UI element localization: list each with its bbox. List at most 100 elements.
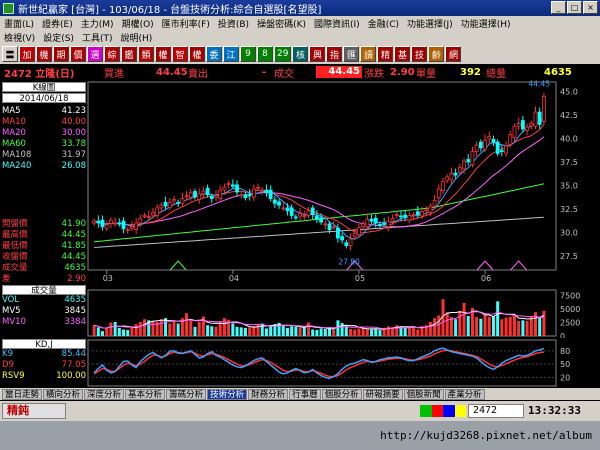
toolbar-button-24[interactable]: 技 [411, 46, 428, 62]
tab-4[interactable]: 籌碼分析 [166, 388, 207, 400]
candle-body [520, 120, 525, 130]
volume-bar [218, 321, 222, 336]
toolbar-button-25[interactable]: 齡 [428, 46, 445, 62]
candle-body [209, 195, 214, 199]
candle-body [113, 222, 118, 225]
candle-body [491, 138, 496, 143]
toolbar-button-16[interactable]: 29 [274, 46, 292, 62]
minimize-button[interactable]: _ [551, 1, 566, 14]
toolbar-button-11[interactable]: 權 [189, 46, 205, 62]
volume-bar [491, 315, 495, 336]
maximize-button[interactable]: □ [567, 1, 582, 14]
candle-body [361, 223, 366, 227]
volume-bar [412, 326, 416, 336]
volume-chart[interactable]: 7500500025000 [0, 284, 600, 338]
ma10-line [93, 123, 545, 234]
tab-1[interactable]: 橫向分析 [43, 388, 84, 400]
menu-item-row2-0[interactable]: 檢視(V) [4, 31, 35, 44]
kline-high-label: 44.45 [529, 80, 551, 89]
toolbar-button-4[interactable]: 價 [70, 46, 86, 62]
toolbar-button-0[interactable]: 〓 [2, 46, 18, 62]
menu-item-row1-3[interactable]: 期權(O) [122, 17, 154, 30]
volume-bar [92, 325, 96, 336]
toolbar-button-26[interactable]: 網 [445, 46, 462, 62]
candle-body [327, 223, 332, 230]
volume-bar [239, 327, 243, 336]
menu-item-row1-6[interactable]: 操盤密碼(K) [257, 17, 306, 30]
toolbar-button-23[interactable]: 基 [394, 46, 411, 62]
tab-5[interactable]: 技術分析 [207, 388, 248, 400]
toolbar-button-21[interactable]: 讀 [360, 46, 377, 62]
menu-item-row1-1[interactable]: 證券(E) [42, 17, 73, 30]
app-icon [3, 2, 14, 14]
toolbar-button-2[interactable]: 機 [36, 46, 52, 62]
status-code[interactable]: 2472 [468, 404, 524, 418]
volume-y-tick: 2500 [560, 318, 580, 327]
volume-bar [353, 329, 357, 336]
toolbar-button-18[interactable]: 興 [309, 46, 326, 62]
volume-label: 總量 [486, 68, 506, 80]
menu-item-row1-7[interactable]: 國際資訊(I) [314, 17, 360, 30]
menu-item-row1-0[interactable]: 畫面(L) [4, 17, 34, 30]
sell-label: 賣出 [188, 68, 208, 80]
menu-item-row1-5[interactable]: 投資(B) [218, 17, 249, 30]
candle-body [214, 195, 218, 198]
status-label[interactable]: 精鈍 [2, 403, 66, 419]
kline-x-tick: 06 [481, 274, 491, 283]
toolbar-button-13[interactable]: 江 [223, 46, 239, 62]
tab-3[interactable]: 基本分析 [125, 388, 166, 400]
toolbar-button-3[interactable]: 期 [53, 46, 69, 62]
toolbar-button-20[interactable]: 匯 [343, 46, 360, 62]
toolbar-button-9[interactable]: 權 [155, 46, 171, 62]
kline-x-tick: 04 [229, 274, 239, 283]
toolbar-button-15[interactable]: 8 [257, 46, 273, 62]
trade-value: 44.45 [316, 66, 362, 78]
volume-bar [458, 311, 462, 336]
candle-body [365, 218, 370, 228]
tab-11[interactable]: 產業分析 [444, 388, 485, 400]
tab-0[interactable]: 當日走勢 [2, 388, 43, 400]
candle-body [193, 191, 197, 198]
toolbar-button-8[interactable]: 類 [138, 46, 154, 62]
tab-10[interactable]: 個股新聞 [403, 388, 444, 400]
toolbar-button-22[interactable]: 精 [377, 46, 394, 62]
volume-bar [407, 327, 411, 336]
tab-6[interactable]: 財務分析 [248, 388, 289, 400]
tab-8[interactable]: 個股分析 [321, 388, 362, 400]
toolbar-button-1[interactable]: 加 [19, 46, 35, 62]
volume-bar [437, 315, 441, 336]
toolbar-button-17[interactable]: 核 [292, 46, 309, 62]
toolbar-button-6[interactable]: 綜 [104, 46, 120, 62]
kdj-y-tick: 20 [560, 373, 570, 382]
volume-bar [374, 328, 378, 336]
kline-chart[interactable]: 45.0 42.5 40.0 37.5 35.0 32.5 30.0 27.5 03 04 05 06… [0, 80, 600, 284]
candle-body [298, 213, 302, 217]
menu-item-row1-4[interactable]: 匯市利率(F) [162, 17, 210, 30]
tab-9[interactable]: 研報摘要 [362, 388, 403, 400]
toolbar-button-10[interactable]: 智 [172, 46, 188, 62]
menu-item-row1-2[interactable]: 主力(M) [81, 17, 114, 30]
kdj-chart[interactable]: 80 50 20 [0, 338, 600, 388]
candle-body [256, 186, 260, 189]
stock-code-name[interactable]: 2472 立隆(日) [4, 65, 74, 80]
candle-body [222, 186, 227, 191]
tab-2[interactable]: 深度分析 [84, 388, 125, 400]
toolbar-button-12[interactable]: 委 [206, 46, 222, 62]
close-button[interactable]: × [583, 1, 598, 14]
toolbar-button-5[interactable]: 選 [87, 46, 103, 62]
tab-7[interactable]: 行事曆 [289, 388, 321, 400]
toolbar-button-14[interactable]: 9 [240, 46, 256, 62]
menu-item-row2-3[interactable]: 說明(H) [120, 31, 152, 44]
menu-item-row2-1[interactable]: 設定(S) [43, 31, 74, 44]
volume-y-tick: 7500 [560, 291, 580, 300]
volume-bar [525, 320, 529, 336]
menu-item-row1-8[interactable]: 金融(C) [368, 17, 399, 30]
menu-item-row1-10[interactable]: 功能選擇(H) [461, 17, 511, 30]
toolbar-button-19[interactable]: 指 [326, 46, 343, 62]
menu-row-1: 畫面(L) 證券(E) 主力(M) 期權(O) 匯市利率(F) 投資(B) 操盤密碼(K) 國… [0, 16, 600, 30]
menu-item-row2-2[interactable]: 工具(T) [82, 31, 113, 44]
menu-item-row1-9[interactable]: 功能選擇(J) [407, 17, 453, 30]
volume-bar [332, 329, 336, 336]
toolbar-button-7[interactable]: 鑑 [121, 46, 137, 62]
volume-bar [483, 314, 487, 336]
